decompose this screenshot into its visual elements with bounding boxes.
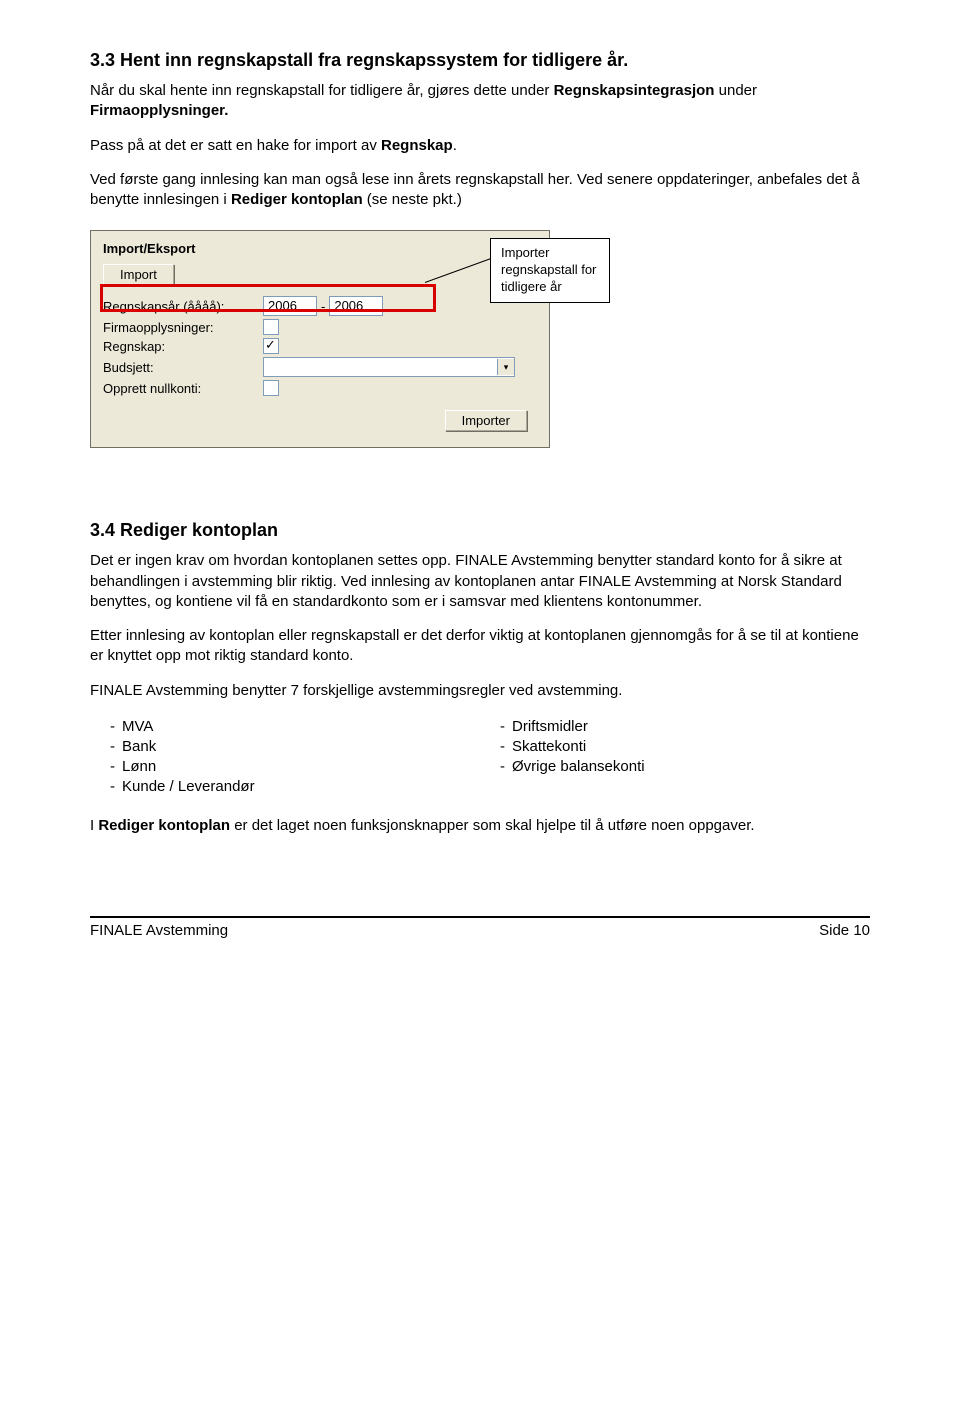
row-nullkonti: Opprett nullkonti: [103,380,537,396]
annotation-text: Importer regnskapstall for tidligere år [501,245,596,294]
text-bold: Firmaopplysninger. [90,102,228,119]
label-firma: Firmaopplysninger: [103,320,263,335]
text: under [714,82,757,99]
dash-icon: - [90,758,122,775]
list-label: Driftsmidler [512,718,588,735]
text: . [453,137,457,154]
section-3-3-heading: 3.3 Hent inn regnskapstall fra regnskaps… [90,50,870,71]
row-firma: Firmaopplysninger: [103,319,537,335]
dash-icon: - [480,738,512,755]
row-year: Regnskapsår (åååå): 2006 - 2006 [103,296,537,316]
label-regnskap: Regnskap: [103,339,263,354]
list-item: -Lønn [90,758,480,775]
dash-icon: - [90,738,122,755]
text-bold: Regnskap [381,137,453,154]
dash-icon: - [90,778,122,795]
footer-left: FINALE Avstemming [90,922,228,939]
label-nullkonti: Opprett nullkonti: [103,381,263,396]
checkbox-regnskap[interactable] [263,338,279,354]
list-item: -Øvrige balansekonti [480,758,870,775]
dash-icon: - [480,758,512,775]
s34-paragraph-3: FINALE Avstemming benytter 7 forskjellig… [90,681,870,701]
list-item: -Kunde / Leverandør [90,778,480,795]
screenshot-container: Import/Eksport Import Regnskapsår (åååå)… [90,230,870,490]
annotation-box: Importer regnskapstall for tidligere år [490,238,610,303]
text: Pass på at det er satt en hake for impor… [90,137,381,154]
import-button-top[interactable]: Import [103,264,174,285]
importer-button[interactable]: Importer [445,410,527,431]
list-item: -MVA [90,718,480,735]
s33-paragraph-3: Ved første gang innlesing kan man også l… [90,170,870,211]
text-bold: Rediger kontoplan [98,817,230,834]
text: Når du skal hente inn regnskapstall for … [90,82,554,99]
year-to-input[interactable]: 2006 [329,296,383,316]
chevron-down-icon: ▾ [497,359,514,375]
text: er det laget noen funksjonsknapper som s… [230,817,755,834]
text: Ved første gang innlesing kan man også l… [90,171,860,208]
list-label: MVA [122,718,153,735]
checkbox-nullkonti[interactable] [263,380,279,396]
import-export-panel: Import/Eksport Import Regnskapsår (åååå)… [90,230,550,448]
list-item: -Bank [90,738,480,755]
panel-title: Import/Eksport [103,241,537,256]
list-label: Kunde / Leverandør [122,778,255,795]
list-label: Øvrige balansekonti [512,758,645,775]
closing-paragraph: I Rediger kontoplan er det laget noen fu… [90,816,870,836]
footer-right: Side 10 [819,922,870,939]
list-item: -Skattekonti [480,738,870,755]
list-label: Bank [122,738,156,755]
dash-icon: - [90,718,122,735]
s33-paragraph-1: Når du skal hente inn regnskapstall for … [90,81,870,122]
year-from-input[interactable]: 2006 [263,296,317,316]
rules-list: -MVA -Bank -Lønn -Kunde / Leverandør -Dr… [90,715,870,798]
s34-paragraph-1: Det er ingen krav om hvordan kontoplanen… [90,551,870,612]
text: (se neste pkt.) [363,191,462,208]
list-item: -Driftsmidler [480,718,870,735]
dash-icon: - [480,718,512,735]
list-label: Lønn [122,758,156,775]
s34-paragraph-2: Etter innlesing av kontoplan eller regns… [90,626,870,667]
list-col-left: -MVA -Bank -Lønn -Kunde / Leverandør [90,715,480,798]
section-3-4-heading: 3.4 Rediger kontoplan [90,520,870,541]
s33-paragraph-2: Pass på at det er satt en hake for impor… [90,136,870,156]
list-col-right: -Driftsmidler -Skattekonti -Øvrige balan… [480,715,870,798]
dropdown-budsjett[interactable]: ▾ [263,357,515,377]
text-bold: Rediger kontoplan [231,191,363,208]
list-label: Skattekonti [512,738,586,755]
dash: - [321,299,325,314]
page-footer: FINALE Avstemming Side 10 [90,916,870,939]
label-year: Regnskapsår (åååå): [103,299,263,314]
label-budsjett: Budsjett: [103,360,263,375]
checkbox-firma[interactable] [263,319,279,335]
text-bold: Regnskapsintegrasjon [554,82,715,99]
row-budsjett: Budsjett: ▾ [103,357,537,377]
row-regnskap: Regnskap: [103,338,537,354]
